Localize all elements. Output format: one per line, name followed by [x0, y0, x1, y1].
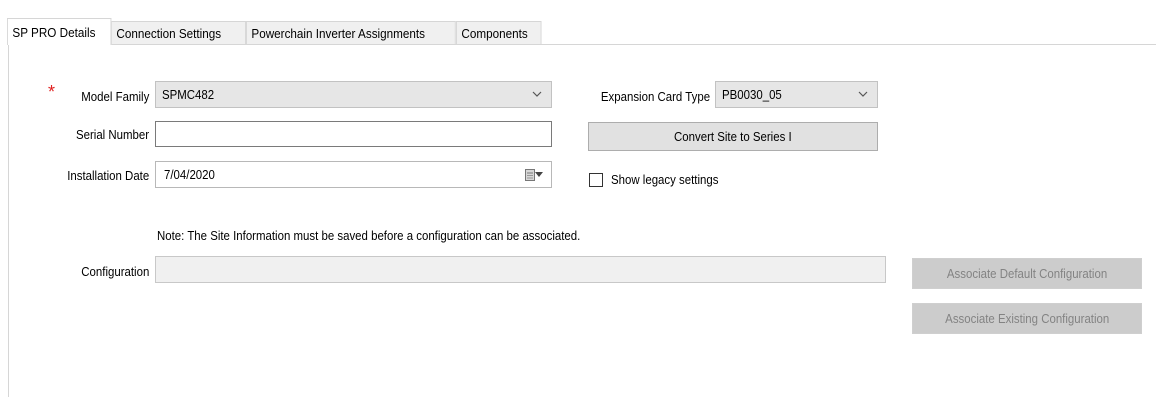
convert-site-button-label: Convert Site to Series I	[674, 129, 792, 144]
tab-connection-settings[interactable]: Connection Settings	[111, 21, 246, 45]
expansion-card-type-select[interactable]: PB0030_05	[715, 81, 878, 108]
sp-pro-details-window: SP PRO Details Connection Settings Power…	[0, 0, 1156, 397]
calendar-icon[interactable]	[525, 169, 535, 181]
model-family-select[interactable]: SPMC482	[155, 81, 552, 108]
model-family-label: Model Family	[80, 89, 149, 104]
associate-default-configuration-button[interactable]: Associate Default Configuration	[912, 258, 1142, 289]
associate-existing-configuration-button[interactable]: Associate Existing Configuration	[912, 303, 1142, 334]
installation-date-value: 7/04/2020	[164, 167, 215, 182]
tab-strip: SP PRO Details Connection Settings Power…	[7, 18, 551, 45]
date-dropdown-arrow-icon[interactable]	[535, 172, 543, 178]
serial-number-label: Serial Number	[75, 127, 149, 142]
associate-default-label: Associate Default Configuration	[946, 266, 1108, 281]
show-legacy-label[interactable]: Show legacy settings	[611, 172, 718, 187]
tab-divider	[8, 44, 1156, 45]
save-note: Note: The Site Information must be saved…	[157, 228, 581, 243]
serial-number-input[interactable]	[155, 121, 552, 147]
configuration-label: Configuration	[80, 264, 149, 279]
convert-site-button[interactable]: Convert Site to Series I	[588, 122, 878, 151]
panel-border	[8, 44, 9, 397]
tab-components[interactable]: Components	[456, 21, 542, 45]
chevron-down-icon	[858, 91, 868, 97]
associate-existing-label: Associate Existing Configuration	[944, 311, 1110, 326]
expansion-card-type-label: Expansion Card Type	[600, 89, 710, 104]
model-family-value: SPMC482	[162, 87, 215, 102]
required-marker: *	[48, 82, 56, 102]
installation-date-picker[interactable]: 7/04/2020	[155, 161, 552, 188]
configuration-field	[155, 256, 886, 283]
tab-powerchain-inverter-assignments[interactable]: Powerchain Inverter Assignments	[246, 21, 456, 45]
expansion-card-type-value: PB0030_05	[722, 87, 782, 102]
chevron-down-icon	[532, 91, 542, 97]
show-legacy-checkbox[interactable]	[589, 173, 603, 187]
installation-date-label: Installation Date	[66, 168, 149, 183]
tab-sp-pro-details[interactable]: SP PRO Details	[7, 18, 112, 45]
